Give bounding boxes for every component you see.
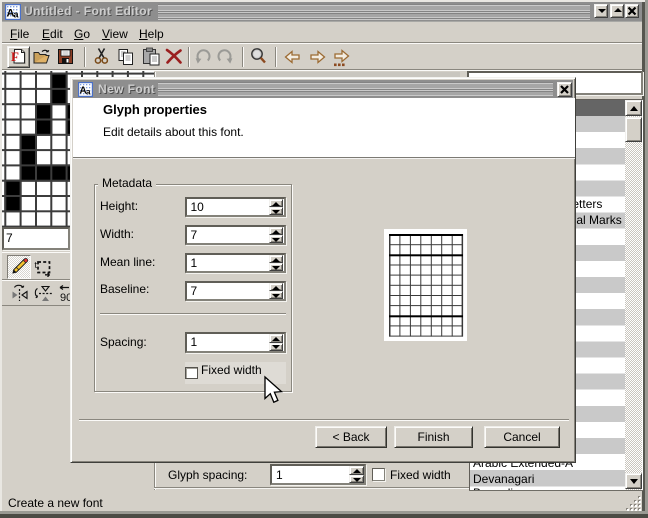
svg-text:t: t: [35, 260, 38, 270]
svg-text:a: a: [86, 88, 91, 97]
svg-text:F: F: [11, 49, 19, 64]
